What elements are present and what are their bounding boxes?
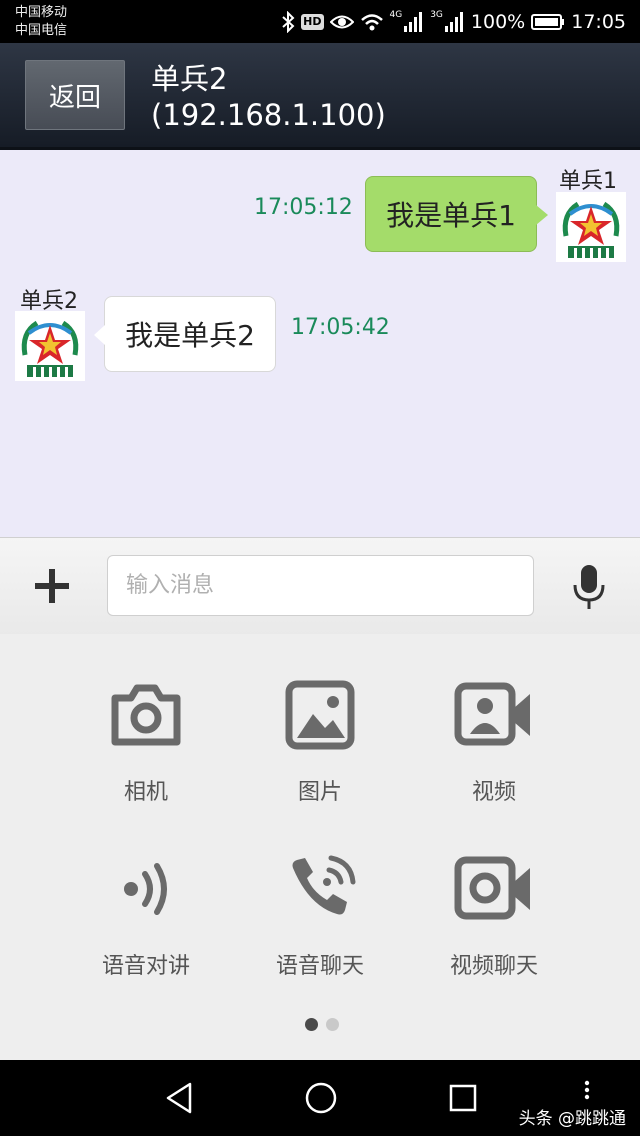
army-emblem-icon (562, 201, 620, 258)
function-panel: 相机 图片 视频 语音对讲 语音聊天 视频聊天 (0, 634, 640, 1060)
peer-ip: (192.168.1.100) (151, 98, 386, 132)
voice-intercom-button[interactable]: 语音对讲 (59, 852, 233, 1002)
recents-square-icon[interactable] (447, 1080, 479, 1116)
function-label: 视频聊天 (449, 954, 538, 979)
video-contact-icon (454, 682, 530, 746)
status-icons: HD 4G 3G 100% 17:05 (281, 9, 626, 35)
video-button[interactable]: 视频 (407, 678, 581, 828)
function-label: 视频 (471, 780, 516, 805)
message-time: 17:05:12 (254, 195, 353, 220)
wifi-icon (360, 14, 383, 31)
peer-name: 单兵2 (151, 62, 228, 96)
more-dots-icon[interactable] (582, 1080, 592, 1100)
image-icon (285, 680, 355, 750)
watermark: 头条 @跳跳通 (518, 1109, 626, 1129)
carrier-1: 中国移动 (15, 5, 68, 20)
camera-icon (111, 684, 181, 746)
battery-icon (531, 14, 565, 30)
function-label: 语音对讲 (101, 954, 190, 979)
message-input[interactable] (107, 555, 534, 616)
navigation-bar: 头条 @跳跳通 (0, 1060, 640, 1136)
avatar[interactable] (15, 311, 85, 381)
message-bubble[interactable]: 我是单兵2 (94, 296, 276, 372)
title-bar: 返回 单兵2 (192.168.1.100) (0, 43, 640, 150)
peer-title: 单兵2 (192.168.1.100) (151, 61, 386, 133)
status-bar: 中国移动 中国电信 HD 4G 3G 100% 17:05 (0, 0, 640, 43)
network-type-2: 3G (430, 10, 443, 20)
network-type-1: 4G (389, 10, 403, 20)
phone-call-icon (292, 855, 356, 915)
eye-icon (329, 15, 354, 29)
army-emblem-icon (21, 320, 79, 377)
video-camera-icon (454, 856, 530, 920)
battery-percent: 100% (470, 11, 526, 33)
input-bar (0, 537, 640, 635)
microphone-icon[interactable] (572, 563, 606, 611)
back-button[interactable]: 返回 (25, 60, 125, 130)
chat-area[interactable]: 单兵1 我是单兵1 17:05:12 单兵2 我是单兵2 17:05:42 (0, 150, 640, 537)
signal-icon (444, 12, 463, 32)
voice-intercom-icon (124, 863, 167, 915)
signal-icon (404, 12, 423, 32)
back-triangle-icon[interactable] (164, 1080, 194, 1116)
bluetooth-icon (282, 11, 295, 33)
voice-chat-button[interactable]: 语音聊天 (233, 852, 407, 1002)
sender-name: 单兵1 (559, 169, 617, 194)
carrier-2: 中国电信 (15, 23, 68, 38)
message-bubble[interactable]: 我是单兵1 (365, 176, 548, 252)
video-chat-button[interactable]: 视频聊天 (407, 852, 581, 1002)
hd-icon: HD (301, 14, 324, 30)
page-dot-active (305, 1018, 318, 1031)
page-dot (326, 1018, 339, 1031)
home-circle-icon[interactable] (304, 1080, 338, 1116)
function-label: 语音聊天 (275, 954, 364, 979)
function-label: 相机 (123, 780, 168, 805)
camera-button[interactable]: 相机 (59, 678, 233, 828)
clock: 17:05 (571, 11, 626, 33)
message-time: 17:05:42 (291, 315, 390, 340)
function-label: 图片 (297, 780, 342, 805)
avatar[interactable] (556, 192, 626, 262)
page-indicator (305, 1018, 339, 1031)
plus-icon[interactable] (32, 566, 72, 606)
image-button[interactable]: 图片 (233, 678, 407, 828)
carrier-info: 中国移动 中国电信 (15, 4, 67, 40)
